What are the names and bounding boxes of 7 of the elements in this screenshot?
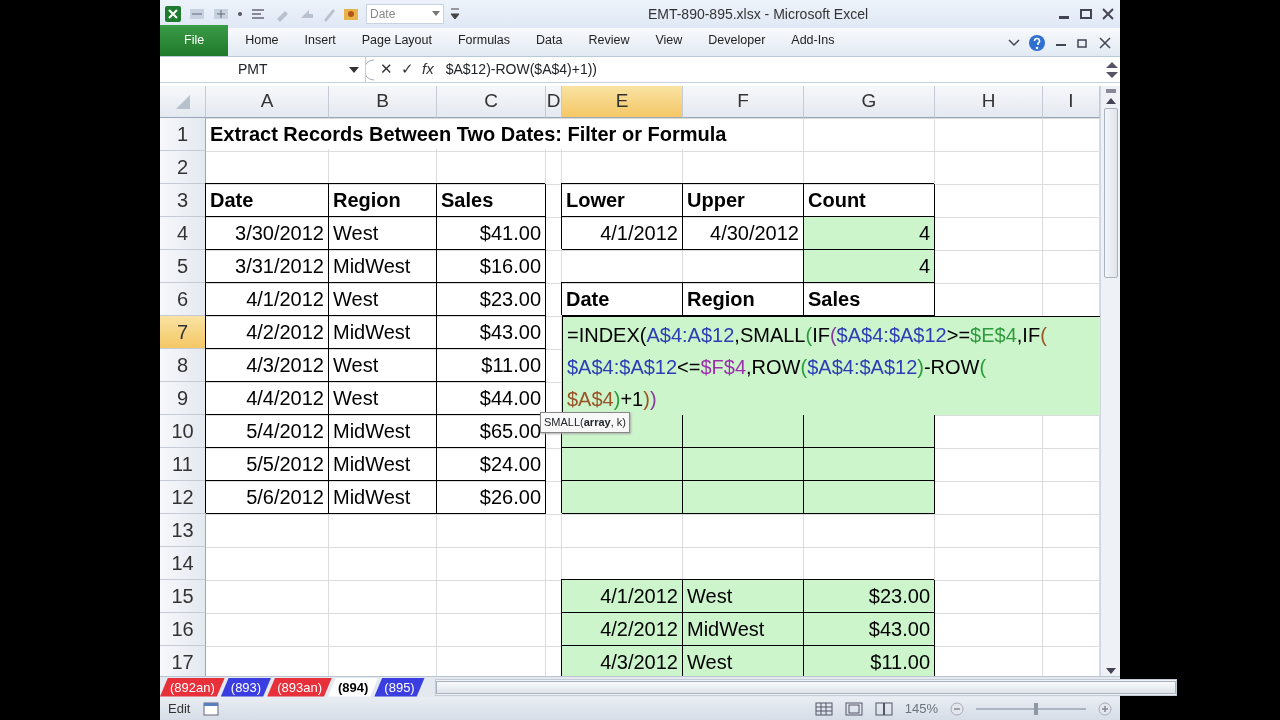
name-box-value: PMT xyxy=(238,60,268,79)
sheet-title: Extract Records Between Two Dates: Filter or Formula xyxy=(210,119,729,149)
style-value: Date xyxy=(370,6,396,23)
zoom-level: 145% xyxy=(904,699,938,718)
status-mode: Edit xyxy=(168,699,191,718)
function-tooltip: SMALL(array, k) xyxy=(540,412,630,433)
window-title: EMT-890-895.xlsx - Microsoft Excel xyxy=(646,4,870,24)
